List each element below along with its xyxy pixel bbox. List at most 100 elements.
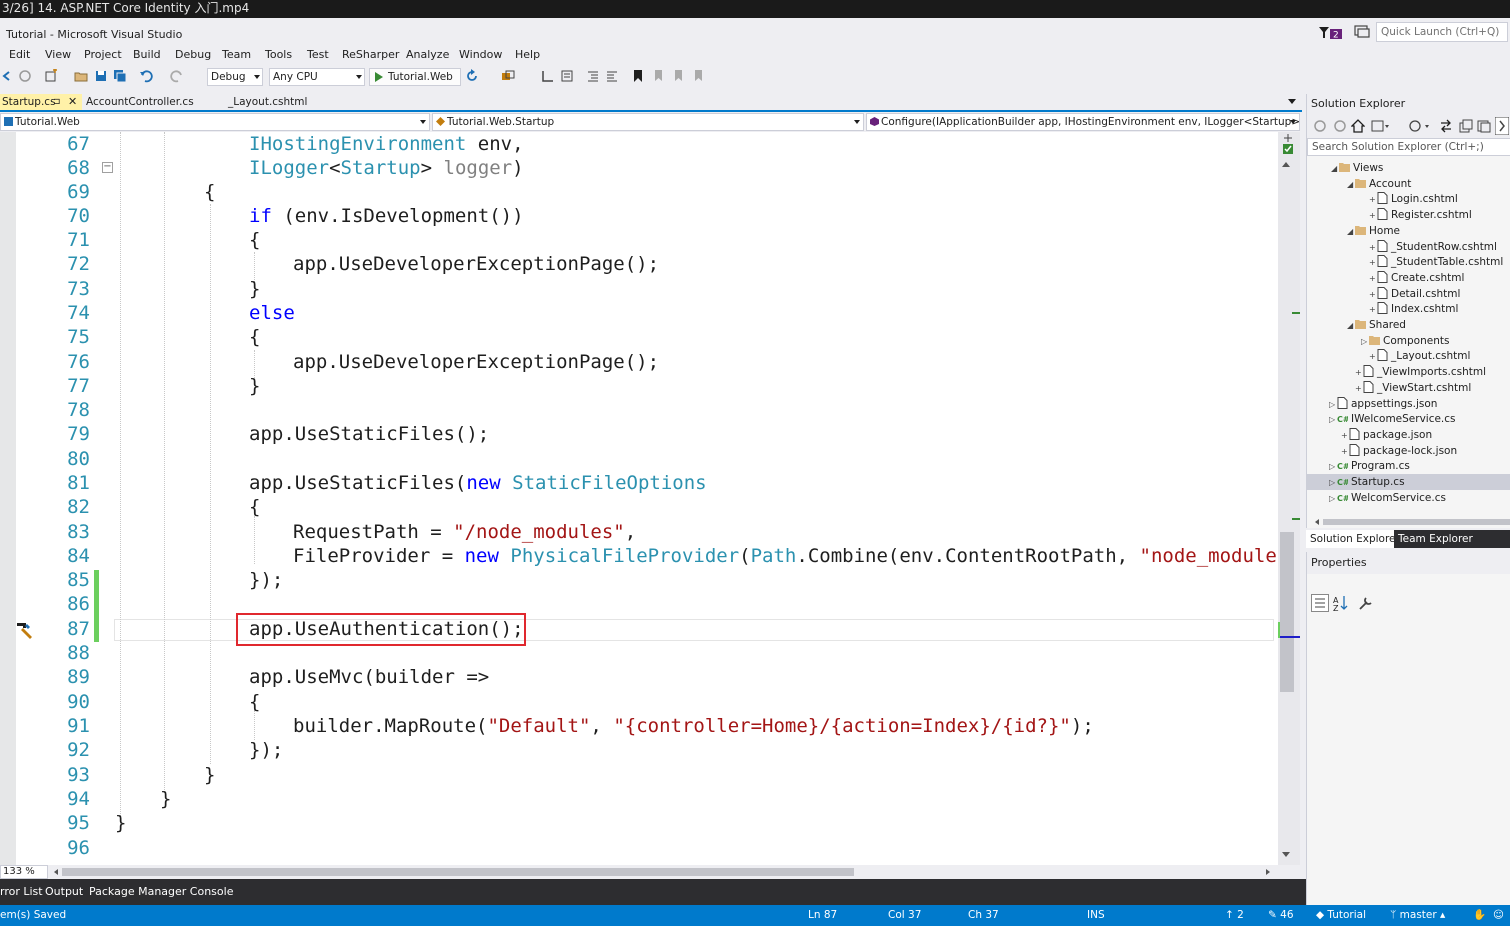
menu-test[interactable]: Test <box>307 48 329 62</box>
tree-item[interactable]: + Register.cshtml <box>1307 207 1510 223</box>
menu-edit[interactable]: Edit <box>9 48 30 62</box>
quick-launch-input[interactable]: Quick Launch (Ctrl+Q) <box>1376 22 1508 42</box>
member-combo[interactable]: Configure(IApplicationBuilder app, IHost… <box>866 113 1300 131</box>
browser-link-icon[interactable] <box>501 69 515 83</box>
forward-icon[interactable] <box>1333 119 1347 133</box>
collapse-arrow-icon[interactable]: ◢ <box>1347 224 1355 240</box>
save-all-icon[interactable] <box>113 69 127 83</box>
collapse-all-icon[interactable] <box>1459 119 1473 133</box>
back-icon[interactable] <box>1313 119 1327 133</box>
tree-item[interactable]: ◢ Account <box>1307 176 1510 192</box>
redo-icon[interactable] <box>170 69 184 83</box>
menu-analyze[interactable]: Analyze <box>406 48 449 62</box>
pending-changes-filter-icon[interactable] <box>1409 119 1431 133</box>
configuration-combo[interactable]: Debug <box>207 68 263 86</box>
type-combo[interactable]: Tutorial.Web.Startup <box>432 113 864 131</box>
tree-item[interactable]: ◢ Home <box>1307 223 1510 239</box>
branch[interactable]: ᛘ master ▴ <box>1390 905 1445 926</box>
alphabetical-icon[interactable]: AZ <box>1331 594 1349 612</box>
property-pages-icon[interactable] <box>1357 594 1375 612</box>
tree-item[interactable]: + _Layout.cshtml <box>1307 348 1510 364</box>
categorized-icon[interactable] <box>1311 594 1329 612</box>
forward-icon[interactable] <box>18 69 32 83</box>
menu-window[interactable]: Window <box>459 48 502 62</box>
tab-accountcontroller-cs[interactable]: AccountController.cs <box>84 94 204 110</box>
indent-icon[interactable] <box>605 69 619 83</box>
tree-item[interactable]: ▷C#WelcomService.cs <box>1307 490 1510 506</box>
menu-tools[interactable]: Tools <box>265 48 292 62</box>
tree-item[interactable]: + _ViewStart.cshtml <box>1307 380 1510 396</box>
editor-vertical-scrollbar[interactable] <box>1278 132 1300 865</box>
repository[interactable]: ◆ Tutorial <box>1316 905 1366 926</box>
menu-resharper[interactable]: ReSharper <box>342 48 399 62</box>
scrollbar-thumb[interactable] <box>1280 532 1294 692</box>
close-icon[interactable]: ✕ <box>68 94 77 110</box>
sync-icon[interactable] <box>1439 119 1453 133</box>
tree-item[interactable]: ▷C#IWelcomeService.cs <box>1307 411 1510 427</box>
step-into-icon[interactable] <box>541 69 555 83</box>
clear-bookmarks-icon[interactable] <box>691 69 705 83</box>
undo-icon[interactable] <box>139 69 153 83</box>
tab-error-list[interactable]: rror List <box>0 885 43 898</box>
open-file-icon[interactable] <box>74 69 88 83</box>
notification-filter-icon[interactable]: 2 <box>1318 26 1344 40</box>
tab-startup-cs[interactable]: Startup.cs ⊐ ✕ <box>0 94 82 110</box>
tree-item[interactable]: ◢ Shared <box>1307 317 1510 333</box>
tree-item[interactable]: + Index.cshtml <box>1307 301 1510 317</box>
expand-arrow-icon[interactable]: ▷ <box>1361 334 1369 350</box>
tree-item[interactable]: ▷ appsettings.json <box>1307 396 1510 412</box>
back-icon[interactable] <box>0 69 14 83</box>
next-bookmark-icon[interactable] <box>671 69 685 83</box>
solution-explorer-search-input[interactable]: Search Solution Explorer (Ctrl+;) <box>1307 138 1510 156</box>
tab-solution-explorer[interactable]: Solution Explorer <box>1306 530 1404 548</box>
tree-item[interactable]: + Login.cshtml <box>1307 191 1510 207</box>
solution-explorer-horizontal-scrollbar[interactable] <box>1313 518 1510 526</box>
menu-debug[interactable]: Debug <box>175 48 211 62</box>
tree-item[interactable]: + package.json <box>1307 427 1510 443</box>
expand-arrow-icon[interactable]: ▷ <box>1329 475 1337 491</box>
properties-icon[interactable] <box>1495 117 1509 135</box>
expand-arrow-icon[interactable]: ▷ <box>1329 491 1337 507</box>
expand-arrow-icon[interactable]: ▷ <box>1329 459 1337 475</box>
scroll-right-icon[interactable] <box>1266 869 1270 875</box>
switch-views-icon[interactable] <box>1371 119 1389 133</box>
collapse-arrow-icon[interactable]: ◢ <box>1347 177 1355 193</box>
tree-item[interactable]: + package-lock.json <box>1307 443 1510 459</box>
platform-combo[interactable]: Any CPU <box>269 68 365 86</box>
prev-bookmark-icon[interactable] <box>651 69 665 83</box>
collapse-arrow-icon[interactable]: ◢ <box>1347 318 1355 334</box>
project-combo[interactable]: Tutorial.Web <box>0 113 430 131</box>
tab-overflow-dropdown-icon[interactable] <box>1288 99 1296 104</box>
tab-team-explorer[interactable]: Team Explorer <box>1394 530 1510 548</box>
tree-item[interactable]: + Create.cshtml <box>1307 270 1510 286</box>
scroll-left-icon[interactable] <box>54 869 58 875</box>
tab-layout-cshtml[interactable]: _Layout.cshtml <box>226 94 336 110</box>
pin-icon[interactable]: ⊐ <box>53 94 61 110</box>
refresh-icon[interactable] <box>465 69 479 83</box>
bookmark-icon[interactable] <box>631 69 645 83</box>
scroll-down-icon[interactable] <box>1282 852 1290 857</box>
outdent-icon[interactable] <box>586 69 600 83</box>
new-project-icon[interactable] <box>44 69 58 83</box>
menu-build[interactable]: Build <box>133 48 161 62</box>
tree-item[interactable]: + _StudentRow.cshtml <box>1307 239 1510 255</box>
expand-arrow-icon[interactable]: ▷ <box>1329 397 1337 413</box>
tree-item[interactable]: + _ViewImports.cshtml <box>1307 364 1510 380</box>
tree-item[interactable]: ▷C#Startup.cs <box>1307 474 1510 490</box>
code-editor[interactable]: − 67 IHostingEnvironment env, 68 ILogger<S… <box>0 132 1278 865</box>
scroll-up-icon[interactable] <box>1282 162 1290 167</box>
step-over-icon[interactable] <box>560 69 574 83</box>
tree-item[interactable]: ▷ Components <box>1307 333 1510 349</box>
expand-arrow-icon[interactable]: ▷ <box>1329 412 1337 428</box>
notifications-icon[interactable]: ✋ <box>1473 905 1486 926</box>
tree-item[interactable]: + Detail.cshtml <box>1307 286 1510 302</box>
start-debugging-button[interactable]: Tutorial.Web <box>369 68 461 86</box>
tree-item[interactable]: ◢ Views <box>1307 160 1510 176</box>
collapse-arrow-icon[interactable]: ◢ <box>1331 161 1339 177</box>
show-all-files-icon[interactable] <box>1477 119 1491 133</box>
menu-team[interactable]: Team <box>222 48 251 62</box>
feedback-smile-icon[interactable]: ☺ <box>1493 905 1504 926</box>
home-icon[interactable] <box>1351 119 1365 133</box>
tree-item[interactable]: + _StudentTable.cshtml <box>1307 254 1510 270</box>
zoom-combo[interactable]: 133 % <box>0 865 48 879</box>
